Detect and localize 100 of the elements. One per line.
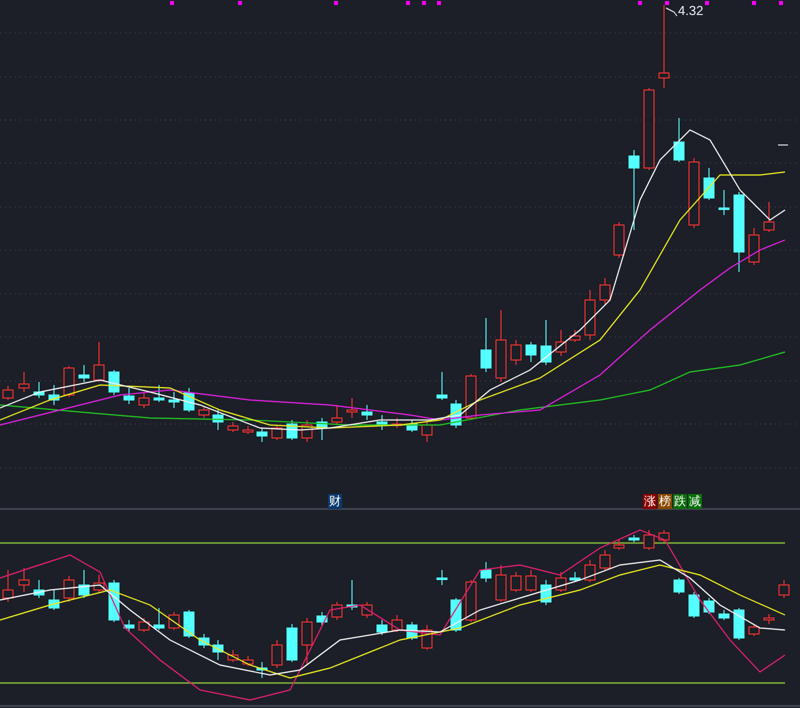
candlestick: [748, 228, 760, 266]
candlestick: [688, 158, 700, 228]
candlestick: [688, 592, 700, 618]
price-tick: [778, 144, 788, 146]
candlestick: [198, 634, 210, 648]
candlestick: [332, 404, 342, 424]
candlestick: [272, 640, 282, 668]
candlestick: [704, 598, 714, 614]
candlestick: [64, 576, 74, 602]
candlestick: [422, 420, 432, 442]
candlestick: [674, 578, 684, 594]
candlestick: [184, 610, 194, 638]
candlestick: [168, 612, 180, 630]
candlestick: [256, 428, 268, 442]
leader-line: [666, 8, 678, 16]
candlestick: [674, 118, 684, 162]
candlestick: [764, 614, 774, 624]
candlestick: [2, 386, 14, 400]
candlestick: [748, 624, 760, 636]
candlestick: [526, 342, 536, 362]
candlestick: [658, 530, 670, 542]
candlestick: [242, 426, 254, 434]
candlestick: [540, 320, 552, 366]
candlestick: [628, 534, 640, 542]
candlestick: [286, 420, 298, 440]
candlestick: [362, 602, 372, 618]
candlestick: [392, 614, 402, 632]
tag: 涨: [643, 494, 657, 509]
candlestick: [124, 388, 134, 404]
candlestick: [124, 620, 134, 632]
candlestick: [2, 570, 14, 602]
candlestick: [526, 570, 536, 592]
candlestick: [332, 602, 342, 620]
candlestick: [302, 420, 312, 442]
candlestick: [480, 318, 492, 372]
candlestick: [614, 222, 624, 258]
candlestick: [584, 290, 596, 340]
candlestick: [34, 382, 44, 398]
candlestick: [496, 564, 506, 602]
candlestick: [480, 562, 492, 582]
candlestick: [18, 372, 30, 392]
candlestick: [198, 406, 210, 418]
candlestick: [540, 580, 552, 606]
candlestick: [570, 572, 580, 582]
candlestick: [510, 572, 522, 592]
candlestick: [212, 410, 224, 430]
candlestick: [376, 620, 388, 636]
candlestick: [510, 340, 522, 366]
tag: 减: [688, 494, 702, 509]
candlestick: [154, 608, 164, 630]
candlestick: [228, 422, 238, 432]
candlestick: [718, 610, 730, 620]
candlestick: [18, 568, 30, 592]
candlestick: [764, 202, 774, 232]
candlestick: [718, 190, 730, 216]
tag: 财: [328, 494, 342, 509]
candlestick: [286, 624, 298, 662]
candlestick: [94, 342, 104, 382]
candlestick: [556, 330, 566, 356]
candlestick: [362, 404, 372, 420]
candlestick: [78, 364, 90, 382]
candlestick: [256, 662, 268, 678]
candlestick: [466, 580, 476, 622]
tag: 跌: [673, 494, 687, 509]
candlestick: [436, 372, 448, 400]
candlestick: [154, 384, 164, 402]
candlestick: [34, 580, 44, 598]
candlestick: [168, 392, 180, 408]
candlestick: [614, 540, 624, 550]
candlestick: [184, 388, 194, 412]
candlestick: [346, 580, 358, 610]
price-label: 4.32: [678, 3, 704, 19]
candlestick: [316, 418, 328, 440]
candlestick: [644, 530, 654, 550]
candlestick: [302, 618, 312, 666]
candlestick: [212, 640, 224, 660]
candlestick: [376, 414, 388, 430]
candlestick: [346, 398, 358, 418]
candlestick: [316, 612, 328, 626]
candlestick: [406, 420, 418, 432]
candlestick: [138, 392, 150, 408]
candlestick: [556, 572, 566, 592]
candlestick: [436, 570, 448, 586]
candlestick: [78, 570, 90, 598]
candlestick: [466, 374, 476, 420]
candlestick: [778, 580, 790, 598]
candlestick: [704, 168, 714, 200]
candlestick: [48, 590, 60, 610]
candlestick: [584, 560, 596, 582]
candlestick: [392, 418, 402, 428]
candlestick: [600, 278, 610, 306]
candlestick: [228, 650, 238, 662]
candlestick: [600, 550, 610, 570]
candlestick: [94, 574, 104, 592]
tag: 榜: [658, 494, 672, 509]
candlestick: [138, 618, 150, 632]
candlestick: [570, 330, 580, 342]
candlestick: [734, 608, 744, 640]
candlestick: [242, 656, 254, 666]
candlestick: [64, 366, 74, 398]
